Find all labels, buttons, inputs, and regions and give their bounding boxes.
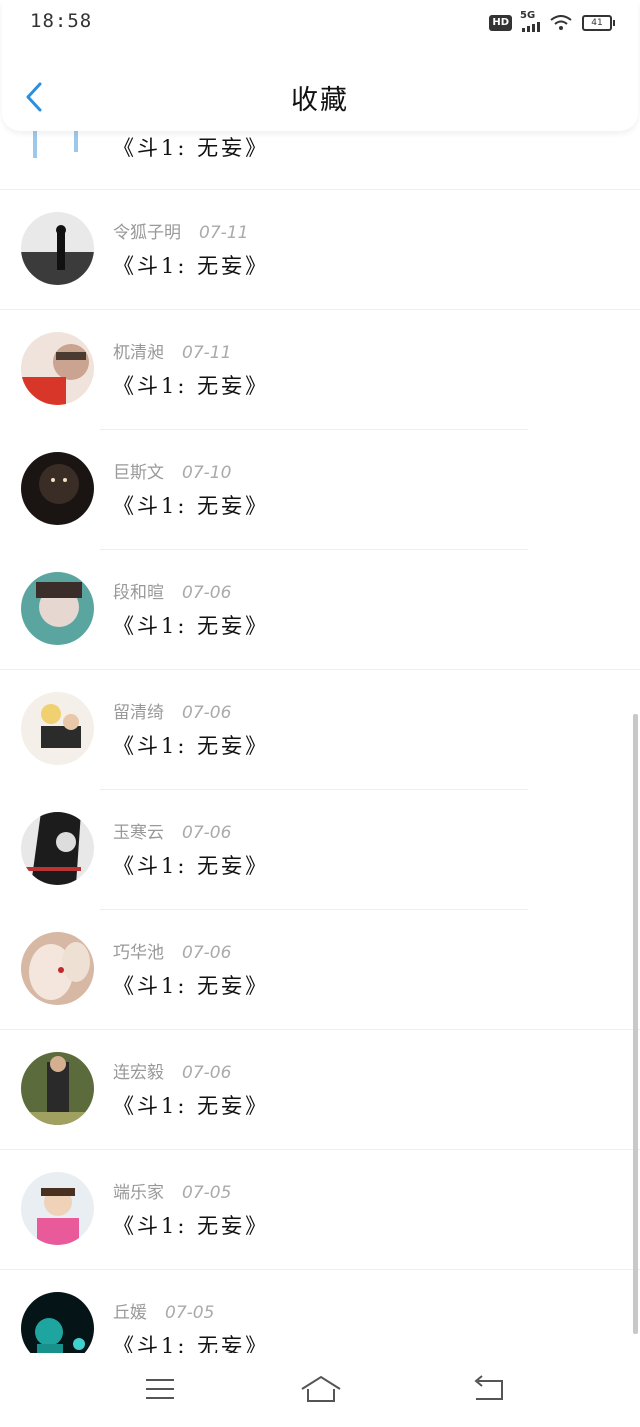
list-item[interactable]: 巧华池 07-06 《斗1: 无妄》 [0, 910, 640, 1030]
favorites-list: 《斗1: 无妄》 令狐子明 07-11 《斗1: 无妄》 杌清昶 07-11 《斗1… [0, 0, 640, 1353]
avatar [33, 130, 78, 158]
item-date: 07-05 [165, 1303, 215, 1323]
signal-icon: 5G [520, 10, 540, 32]
book-title: 《斗1: 无妄》 [113, 374, 270, 398]
book-title: 《斗1: 无妄》 [113, 734, 270, 758]
item-meta: 巧华池 07-06 [113, 938, 231, 963]
user-name: 巨斯文 [113, 463, 164, 483]
item-date: 07-06 [182, 823, 232, 843]
avatar [21, 1172, 94, 1245]
list-item[interactable]: 段和暄 07-06 《斗1: 无妄》 [0, 550, 640, 670]
item-date: 07-06 [182, 583, 232, 603]
return-icon[interactable] [470, 1371, 510, 1407]
list-item[interactable]: 玉寒云 07-06 《斗1: 无妄》 [0, 790, 640, 910]
status-time: 18:58 [30, 10, 93, 32]
menu-icon[interactable] [140, 1371, 180, 1407]
user-name: 连宏毅 [113, 1063, 164, 1083]
avatar [21, 932, 94, 1005]
item-meta: 巨斯文 07-10 [113, 458, 231, 483]
list-item[interactable]: 令狐子明 07-11 《斗1: 无妄》 [0, 190, 640, 310]
wifi-icon [550, 15, 572, 30]
system-nav-bar [0, 1353, 640, 1427]
book-title: 《斗1: 无妄》 [113, 1094, 270, 1118]
list-item[interactable]: 连宏毅 07-06 《斗1: 无妄》 [0, 1030, 640, 1150]
item-date: 07-05 [182, 1183, 232, 1203]
book-title: 《斗1: 无妄》 [113, 136, 270, 160]
item-meta: 连宏毅 07-06 [113, 1058, 231, 1083]
network-type: 5G [520, 10, 536, 21]
scrollbar[interactable] [633, 714, 638, 1334]
user-name: 丘媛 [113, 1303, 147, 1323]
book-title: 《斗1: 无妄》 [113, 254, 270, 278]
book-title: 《斗1: 无妄》 [113, 974, 270, 998]
item-meta: 留清绮 07-06 [113, 698, 231, 723]
item-meta: 丘媛 07-05 [113, 1298, 214, 1323]
home-icon[interactable] [298, 1371, 344, 1407]
status-bar: 18:58 HD 5G 41 [0, 0, 640, 46]
book-title: 《斗1: 无妄》 [113, 494, 270, 518]
list-item[interactable]: 丘媛 07-05 《斗1: 无妄》 [0, 1270, 640, 1353]
avatar [21, 1052, 94, 1125]
book-title: 《斗1: 无妄》 [113, 1334, 270, 1353]
item-meta: 杌清昶 07-11 [113, 338, 231, 363]
item-meta: 玉寒云 07-06 [113, 818, 231, 843]
user-name: 杌清昶 [113, 343, 164, 363]
user-name: 留清绮 [113, 703, 164, 723]
avatar [21, 452, 94, 525]
user-name: 巧华池 [113, 943, 164, 963]
item-meta: 端乐家 07-05 [113, 1178, 231, 1203]
user-name: 玉寒云 [113, 823, 164, 843]
status-icons: HD 5G 41 [489, 10, 615, 32]
item-date: 07-11 [182, 343, 232, 363]
item-date: 07-06 [182, 943, 232, 963]
avatar [21, 212, 94, 285]
list-item[interactable]: 巨斯文 07-10 《斗1: 无妄》 [0, 430, 640, 550]
hd-badge: HD [489, 15, 512, 31]
user-name: 段和暄 [113, 583, 164, 603]
item-date: 07-11 [199, 223, 249, 243]
avatar [21, 692, 94, 765]
list-item[interactable]: 端乐家 07-05 《斗1: 无妄》 [0, 1150, 640, 1270]
avatar [21, 332, 94, 405]
item-date: 07-06 [182, 703, 232, 723]
avatar [21, 812, 94, 885]
item-meta: 段和暄 07-06 [113, 578, 231, 603]
user-name: 令狐子明 [113, 223, 181, 243]
user-name: 端乐家 [113, 1183, 164, 1203]
book-title: 《斗1: 无妄》 [113, 1214, 270, 1238]
page-title: 收藏 [291, 85, 349, 116]
battery-icon: 41 [582, 15, 615, 31]
avatar [21, 1292, 94, 1353]
list-item[interactable]: 留清绮 07-06 《斗1: 无妄》 [0, 670, 640, 790]
book-title: 《斗1: 无妄》 [113, 614, 270, 638]
item-date: 07-10 [182, 463, 232, 483]
item-date: 07-06 [182, 1063, 232, 1083]
book-title: 《斗1: 无妄》 [113, 854, 270, 878]
avatar [21, 572, 94, 645]
list-item[interactable]: 杌清昶 07-11 《斗1: 无妄》 [0, 310, 640, 430]
item-meta: 令狐子明 07-11 [113, 218, 248, 243]
